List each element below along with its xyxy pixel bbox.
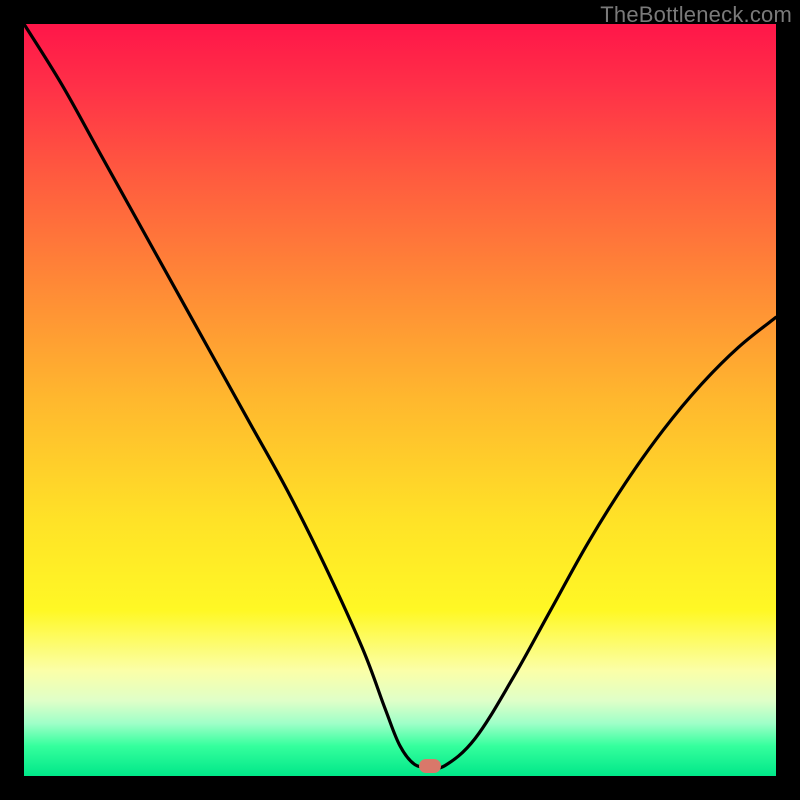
bottleneck-curve xyxy=(24,24,776,776)
optimum-marker xyxy=(419,759,441,773)
plot-area xyxy=(24,24,776,776)
chart-frame: TheBottleneck.com xyxy=(0,0,800,800)
